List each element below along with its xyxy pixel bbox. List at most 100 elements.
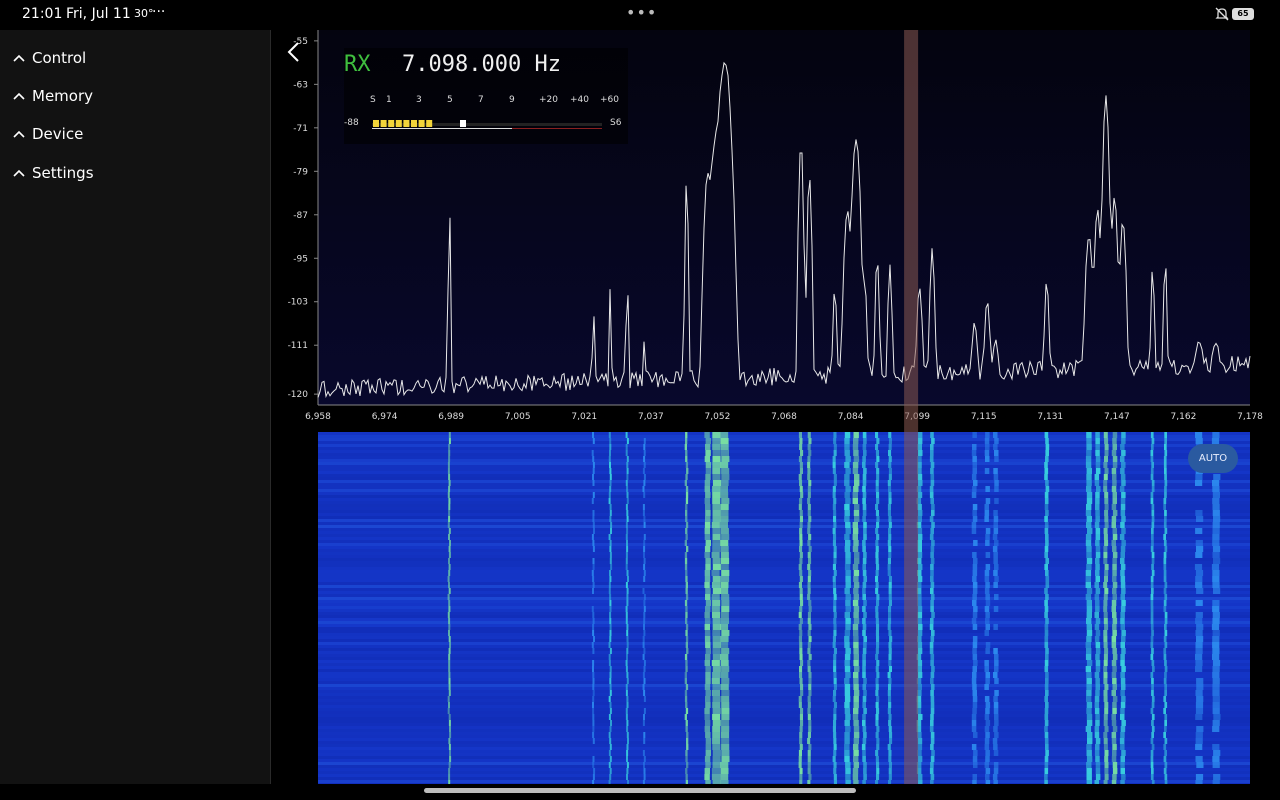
waterfall-signal: [1103, 462, 1108, 468]
waterfall-row: [318, 765, 1250, 768]
waterfall-signal: [1150, 756, 1154, 762]
s-reading: S6: [610, 118, 622, 128]
waterfall-signal: [1150, 576, 1154, 582]
auto-button[interactable]: AUTO: [1188, 444, 1238, 473]
waterfall-signal: [832, 636, 836, 642]
waterfall-signal: [1111, 522, 1116, 528]
waterfall-signal: [1095, 558, 1100, 564]
waterfall-signal: [931, 540, 935, 546]
waterfall-signal: [1150, 750, 1154, 756]
waterfall-signal: [1103, 666, 1108, 672]
waterfall-signal: [807, 540, 811, 546]
waterfall-signal: [448, 534, 450, 540]
waterfall-signal: [1095, 744, 1100, 750]
waterfall-signal: [984, 588, 990, 594]
waterfall-signal: [720, 642, 729, 648]
waterfall-signal: [626, 678, 629, 684]
waterfall-signal: [720, 504, 729, 510]
waterfall-signal: [889, 738, 893, 744]
x-tick-label: 7,162: [1171, 412, 1197, 422]
back-arrow-icon[interactable]: [284, 40, 304, 64]
waterfall-signal: [1095, 756, 1100, 762]
waterfall-signal: [863, 600, 867, 606]
waterfall-signal: [609, 702, 612, 708]
waterfall-row: [318, 600, 1250, 603]
waterfall-signal: [799, 480, 803, 486]
waterfall-signal: [712, 588, 721, 594]
waterfall-signal: [917, 552, 923, 558]
waterfall-signal: [1111, 756, 1117, 762]
waterfall-signal: [1086, 750, 1092, 756]
waterfall-row: [318, 588, 1250, 591]
waterfall-signal: [930, 690, 934, 696]
waterfall-signal: [853, 654, 859, 660]
waterfall-signal: [592, 480, 595, 486]
waterfall-signal: [685, 510, 688, 516]
waterfall-signal: [711, 774, 720, 780]
waterfall-signal: [448, 624, 451, 630]
waterfall-signal: [888, 630, 892, 636]
waterfall-signal: [712, 702, 721, 708]
waterfall-signal: [685, 768, 688, 774]
waterfall-signal: [1094, 582, 1099, 588]
waterfall-signal: [626, 516, 629, 522]
waterfall-signal: [592, 648, 595, 654]
waterfall-signal: [917, 534, 923, 540]
waterfall-row: [318, 597, 1250, 600]
waterfall-signal: [1112, 534, 1118, 540]
waterfall-signal: [917, 474, 923, 480]
waterfall-signal: [853, 762, 859, 768]
waterfall-signal: [592, 660, 595, 666]
waterfall-signal: [1085, 510, 1092, 516]
waterfall-signal: [642, 654, 645, 660]
waterfall-signal: [684, 552, 688, 558]
waterfall-signal: [917, 606, 923, 612]
waterfall-signal: [863, 612, 867, 618]
waterfall-signal: [862, 558, 867, 564]
waterfall-signal: [993, 744, 998, 750]
waterfall-signal: [1164, 474, 1167, 480]
waterfall-signal: [1120, 552, 1125, 558]
waterfall-signal: [1112, 702, 1117, 708]
frequency-display[interactable]: 7.098.000 Hz: [402, 52, 561, 77]
spectrum-waterfall-view[interactable]: -55-63-71-79-87-95-103-111-120 6,958 6,97…: [0, 0, 1280, 800]
waterfall-signal: [930, 576, 934, 582]
waterfall-row: [318, 594, 1250, 597]
waterfall-row: [318, 459, 1250, 462]
waterfall-signal: [1164, 684, 1167, 690]
waterfall-row: [318, 513, 1250, 516]
waterfall-signal: [1163, 522, 1167, 528]
waterfall-signal: [844, 516, 850, 522]
tuned-frequency-marker[interactable]: [904, 30, 919, 784]
waterfall-row: [318, 516, 1250, 519]
meter-segment: [418, 120, 425, 127]
waterfall-signal: [592, 474, 594, 480]
waterfall-signal: [888, 498, 892, 504]
waterfall-signal: [888, 582, 892, 588]
waterfall-signal: [1085, 666, 1092, 672]
waterfall-signal: [1045, 444, 1050, 450]
waterfall-signal: [832, 726, 836, 732]
waterfall-signal: [875, 666, 879, 672]
waterfall-signal: [643, 756, 646, 762]
waterfall-signal: [862, 720, 866, 726]
waterfall-row: [318, 525, 1250, 528]
waterfall-signal: [844, 654, 851, 660]
waterfall-signal: [1164, 762, 1168, 768]
waterfall-row: [318, 501, 1250, 504]
waterfall-signal: [1095, 510, 1100, 516]
waterfall-signal: [592, 708, 595, 714]
waterfall-signal: [712, 558, 721, 564]
waterfall-signal: [876, 636, 880, 642]
home-gesture-handle[interactable]: [424, 788, 856, 793]
waterfall-signal: [720, 762, 729, 768]
waterfall-signal: [833, 774, 837, 780]
waterfall-signal: [608, 750, 611, 756]
waterfall-signal: [1086, 690, 1092, 696]
waterfall-signal: [705, 558, 711, 564]
waterfall-signal: [1164, 612, 1168, 618]
waterfall-signal: [845, 672, 851, 678]
waterfall-signal: [1095, 762, 1101, 768]
waterfall-signal: [993, 624, 998, 630]
waterfall-signal: [609, 504, 612, 510]
